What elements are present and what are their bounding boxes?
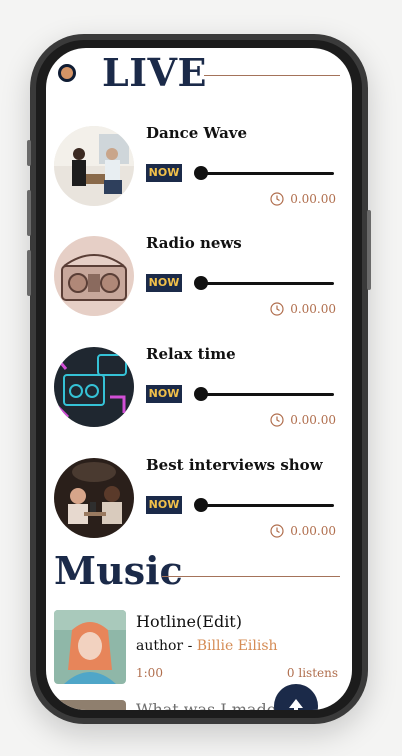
time-value: 0.00.00: [290, 524, 336, 538]
music-section-title: Music: [54, 548, 183, 593]
artist-link[interactable]: Billie Eilish: [197, 638, 278, 654]
station-thumbnail: [54, 126, 134, 206]
now-badge: NOW: [146, 274, 182, 292]
author-prefix: author -: [136, 638, 193, 654]
song-duration: 1:00: [136, 666, 163, 680]
music-divider: [162, 576, 340, 577]
station-time: 0.00.00: [270, 192, 336, 206]
progress-track[interactable]: [204, 282, 334, 285]
station-name: Relax time: [146, 345, 236, 363]
now-badge: NOW: [146, 496, 182, 514]
volume-down-button: [27, 250, 31, 296]
volume-up-button: [27, 190, 31, 236]
song-item[interactable]: Hotline(Edit) author - Billie Eilish 1:0…: [54, 610, 344, 690]
station-item-dance-wave[interactable]: Dance Wave NOW 0.00.00: [54, 114, 344, 214]
progress-track[interactable]: [204, 393, 334, 396]
clock-icon: [270, 302, 284, 316]
station-item-best-interviews[interactable]: Best interviews show NOW 0.00.00: [54, 446, 344, 546]
song-author: author - Billie Eilish: [136, 638, 278, 654]
time-value: 0.00.00: [290, 302, 336, 316]
station-item-relax-time[interactable]: Relax time NOW 0.00.00: [54, 335, 344, 435]
station-name: Radio news: [146, 234, 242, 252]
now-badge: NOW: [146, 164, 182, 182]
next-song-title: What was I made: [136, 700, 277, 710]
power-button: [367, 210, 371, 290]
arrow-up-icon: [289, 699, 303, 710]
station-time: 0.00.00: [270, 302, 336, 316]
time-value: 0.00.00: [290, 192, 336, 206]
station-time: 0.00.00: [270, 524, 336, 538]
station-time: 0.00.00: [270, 413, 336, 427]
album-art: [54, 610, 126, 684]
live-section-title: LIVE: [102, 50, 207, 95]
station-thumbnail: [54, 236, 134, 316]
station-item-radio-news[interactable]: Radio news NOW 0.00.00: [54, 224, 344, 324]
progress-track[interactable]: [204, 172, 334, 175]
station-name: Best interviews show: [146, 456, 323, 474]
song-title: Hotline(Edit): [136, 612, 242, 631]
mute-button: [27, 140, 31, 166]
app-screen: LIVE Dance Wave NOW 0.00.00 Radio news N…: [46, 48, 352, 710]
clock-icon: [270, 524, 284, 538]
now-badge: NOW: [146, 385, 182, 403]
time-value: 0.00.00: [290, 413, 336, 427]
station-thumbnail: [54, 458, 134, 538]
station-name: Dance Wave: [146, 124, 248, 142]
live-indicator-icon: [58, 64, 76, 82]
song-listens: 0 listens: [286, 666, 338, 680]
clock-icon: [270, 192, 284, 206]
next-song-art: [54, 700, 126, 710]
live-divider: [204, 75, 340, 76]
clock-icon: [270, 413, 284, 427]
station-thumbnail: [54, 347, 134, 427]
progress-track[interactable]: [204, 504, 334, 507]
